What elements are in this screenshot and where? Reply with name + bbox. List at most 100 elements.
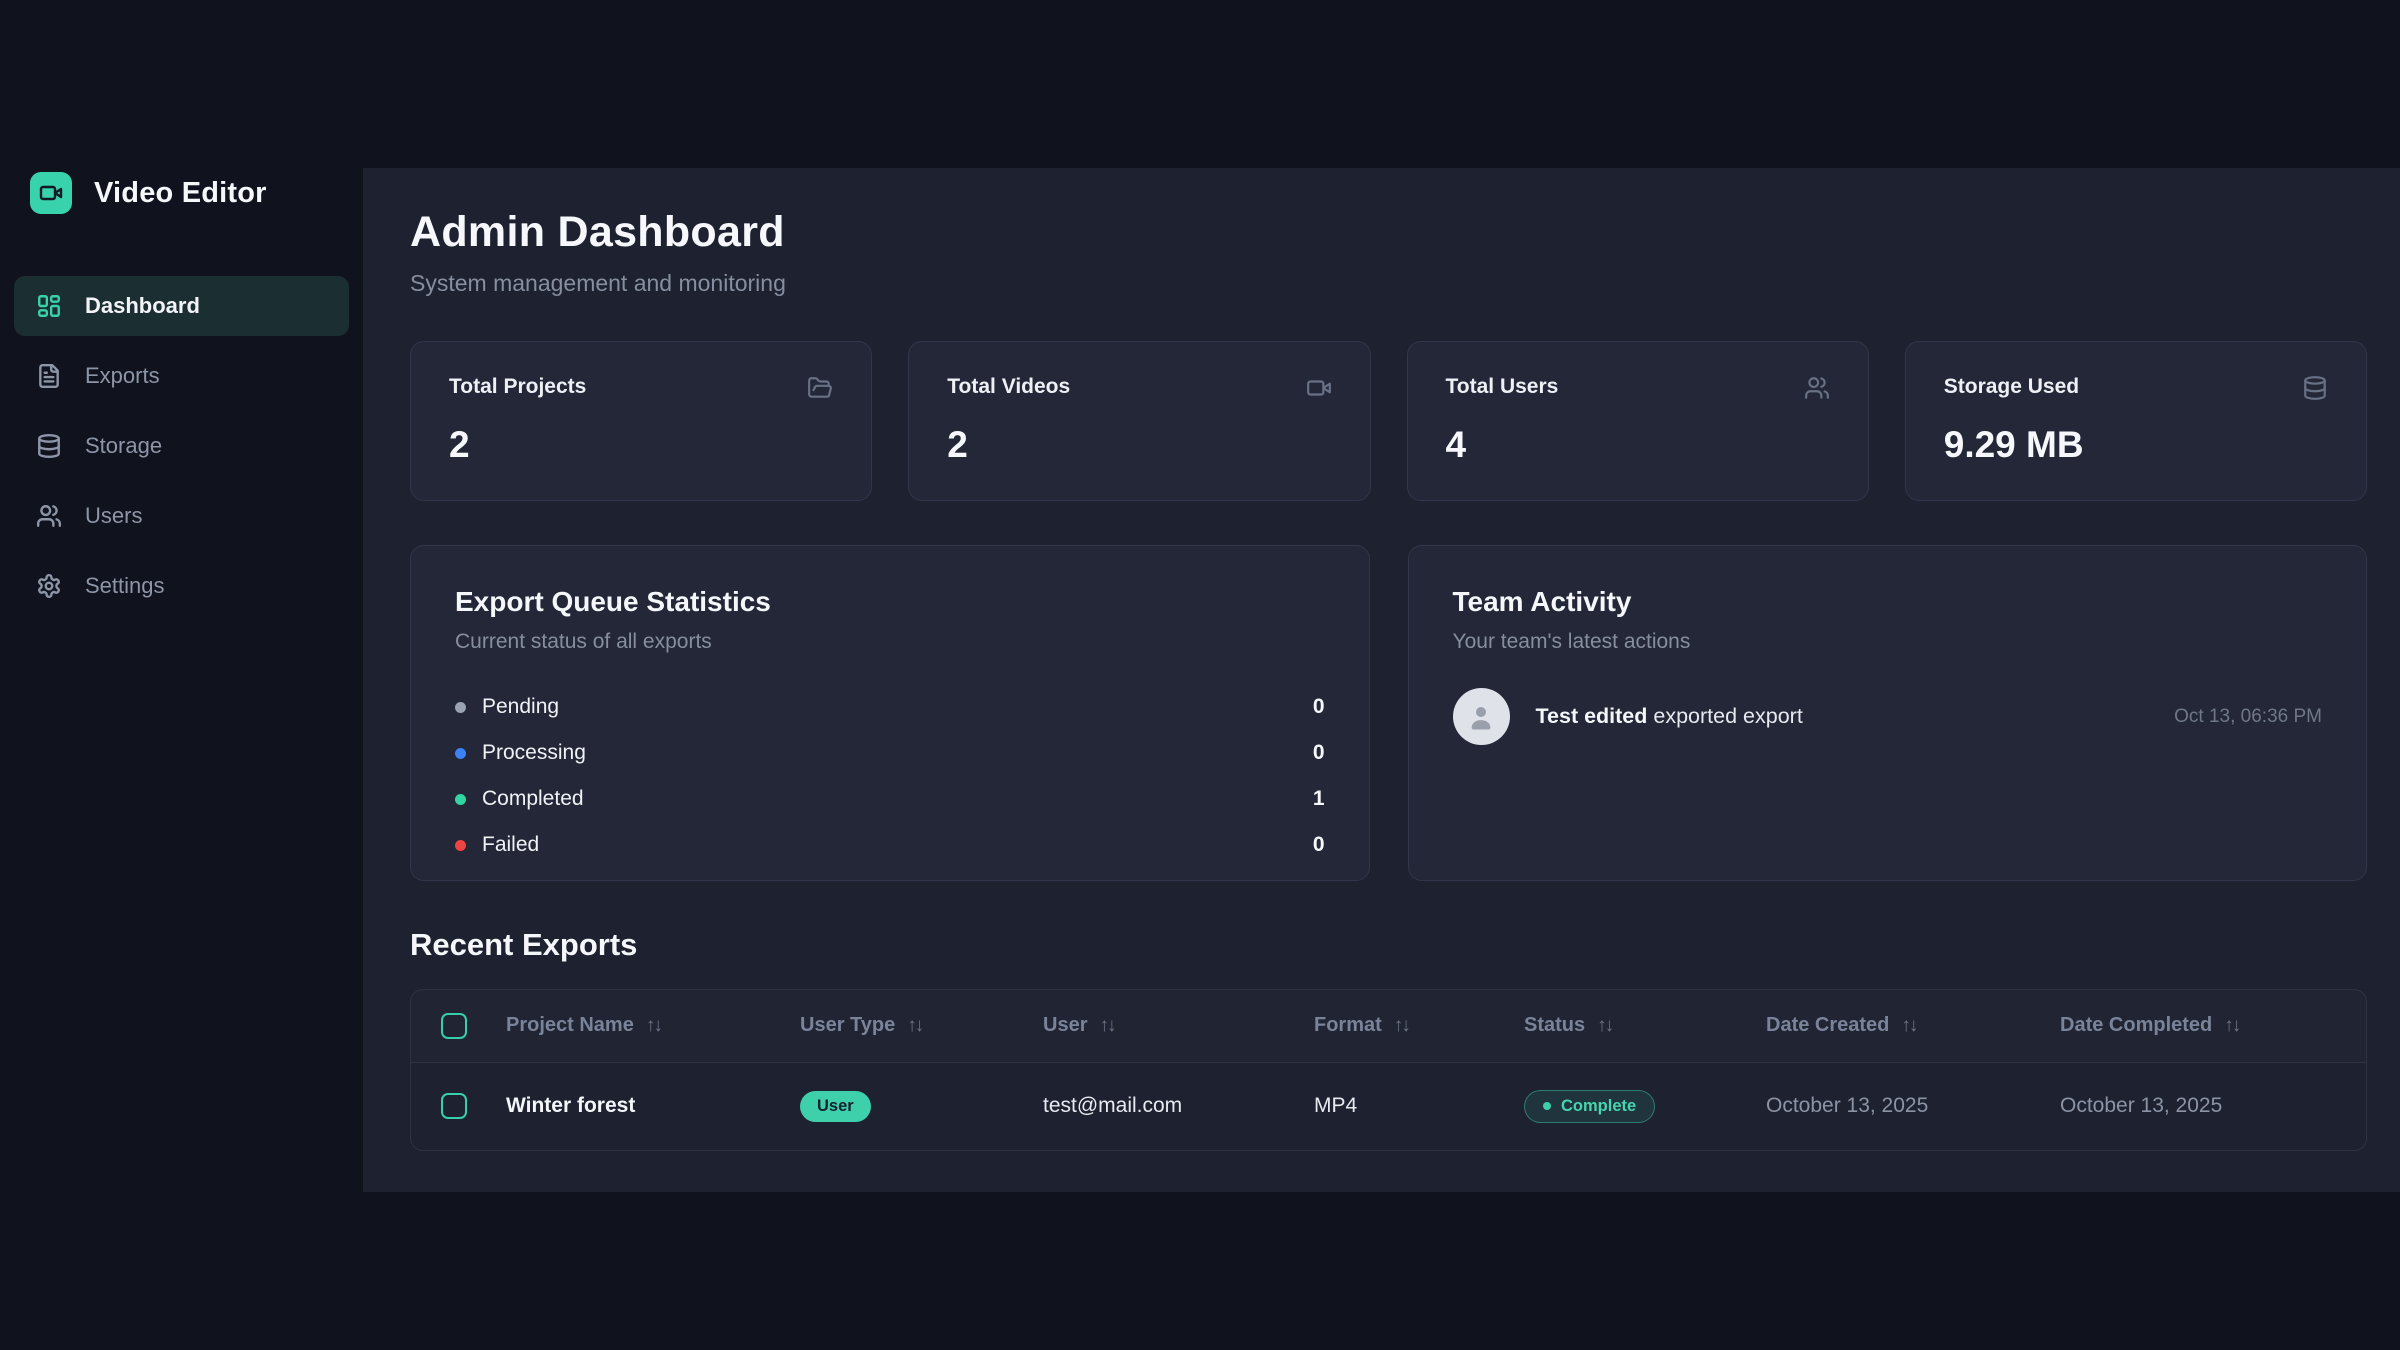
users-icon (36, 503, 62, 529)
video-camera-icon (39, 181, 63, 205)
column-label: User (1043, 1014, 1087, 1037)
stat-card-storage-used: Storage Used 9.29 MB (1905, 341, 2367, 501)
status-badge: Complete (1524, 1090, 1655, 1123)
gear-icon (36, 573, 62, 599)
queue-row-processing: Processing 0 (455, 730, 1325, 776)
queue-label: Pending (482, 695, 559, 719)
activity-text: Test edited exported export (1536, 704, 2149, 729)
app-logo (30, 172, 72, 214)
panel-subtitle: Your team's latest actions (1453, 630, 2323, 654)
table-row[interactable]: Winter forest User test@mail.com MP4 Com… (411, 1062, 2366, 1150)
main-content: Admin Dashboard System management and mo… (363, 168, 2400, 1192)
queue-value: 1 (1313, 787, 1325, 811)
activity-timestamp: Oct 13, 06:36 PM (2174, 706, 2322, 728)
stat-value: 2 (449, 424, 833, 466)
cell-date-completed: October 13, 2025 (2060, 1062, 2366, 1150)
team-activity-panel: Team Activity Your team's latest actions… (1408, 545, 2368, 881)
database-icon (36, 433, 62, 459)
page-subtitle: System management and monitoring (410, 270, 2367, 297)
stat-label: Total Videos (947, 375, 1070, 399)
stat-label: Storage Used (1944, 375, 2079, 399)
panels-row: Export Queue Statistics Current status o… (410, 545, 2367, 881)
queue-value: 0 (1313, 695, 1325, 719)
sidebar-item-label: Storage (85, 433, 162, 459)
status-label: Complete (1561, 1097, 1636, 1116)
sidebar-item-dashboard[interactable]: Dashboard (14, 276, 349, 336)
panel-subtitle: Current status of all exports (455, 630, 1325, 654)
page-title: Admin Dashboard (410, 208, 2367, 257)
recent-exports-table: Project Name ↑↓ User Type ↑↓ User ↑↓ Format… (410, 989, 2367, 1151)
sort-icon: ↑↓ (907, 1015, 922, 1037)
database-icon (2302, 375, 2328, 406)
app-title: Video Editor (94, 177, 267, 210)
export-queue-panel: Export Queue Statistics Current status o… (410, 545, 1370, 881)
column-header-status[interactable]: Status ↑↓ (1524, 990, 1766, 1062)
user-type-badge: User (800, 1091, 871, 1122)
sidebar: Video Editor Dashboard Exports Storage U… (0, 0, 363, 1350)
activity-action: Test edited (1536, 704, 1648, 728)
failed-dot (455, 840, 466, 851)
stat-label: Total Projects (449, 375, 586, 399)
cell-status: Complete (1524, 1062, 1766, 1150)
sidebar-item-label: Settings (85, 573, 165, 599)
column-header-date-completed[interactable]: Date Completed↑↓ (2060, 990, 2366, 1062)
stat-card-total-users: Total Users 4 (1407, 341, 1869, 501)
person-icon (1466, 702, 1496, 732)
queue-value: 0 (1313, 741, 1325, 765)
file-icon (36, 363, 62, 389)
queue-row-pending: Pending 0 (455, 684, 1325, 730)
sidebar-item-users[interactable]: Users (14, 486, 349, 546)
select-all-checkbox[interactable] (441, 1013, 467, 1039)
sidebar-item-settings[interactable]: Settings (14, 556, 349, 616)
folder-open-icon (807, 375, 833, 406)
sort-icon: ↑↓ (1597, 1015, 1612, 1037)
stats-grid: Total Projects 2 Total Videos 2 Total Us… (410, 341, 2367, 501)
sidebar-item-label: Users (85, 503, 142, 529)
stat-value: 2 (947, 424, 1331, 466)
cell-date-created: October 13, 2025 (1766, 1062, 2060, 1150)
stat-value: 4 (1446, 424, 1830, 466)
activity-detail: exported export (1653, 704, 1802, 728)
column-label: Date Created (1766, 1014, 1889, 1037)
video-camera-icon (1306, 375, 1332, 406)
app-brand: Video Editor (14, 172, 349, 214)
cell-project-name: Winter forest (506, 1062, 800, 1150)
queue-row-failed: Failed 0 (455, 822, 1325, 868)
users-icon (1804, 375, 1830, 406)
panel-title: Export Queue Statistics (455, 586, 1325, 618)
column-header-user[interactable]: User ↑↓ (1043, 990, 1314, 1062)
queue-value: 0 (1313, 833, 1325, 857)
recent-exports-title: Recent Exports (410, 927, 2367, 963)
sort-icon: ↑↓ (1099, 1015, 1114, 1037)
sort-icon: ↑↓ (1394, 1015, 1409, 1037)
sort-icon: ↑↓ (646, 1015, 661, 1037)
pending-dot (455, 702, 466, 713)
column-label: Project Name (506, 1014, 634, 1037)
panel-title: Team Activity (1453, 586, 2323, 618)
column-header-user-type[interactable]: User Type ↑↓ (800, 990, 1043, 1062)
column-label: Date Completed (2060, 1014, 2212, 1037)
cell-user: test@mail.com (1043, 1062, 1314, 1150)
sidebar-item-storage[interactable]: Storage (14, 416, 349, 476)
sidebar-nav: Dashboard Exports Storage Users Settings (14, 276, 349, 616)
cell-format: MP4 (1314, 1062, 1524, 1150)
queue-label: Processing (482, 741, 586, 765)
row-select-cell (411, 1062, 506, 1150)
queue-label: Failed (482, 833, 539, 857)
column-label: Format (1314, 1014, 1382, 1037)
column-header-project-name[interactable]: Project Name ↑↓ (506, 990, 800, 1062)
column-label: Status (1524, 1014, 1585, 1037)
row-checkbox[interactable] (441, 1093, 467, 1119)
column-header-date-created[interactable]: Date Created↑↓ (1766, 990, 2060, 1062)
column-header-format[interactable]: Format ↑↓ (1314, 990, 1524, 1062)
cell-user-type: User (800, 1062, 1043, 1150)
processing-dot (455, 748, 466, 759)
sidebar-item-exports[interactable]: Exports (14, 346, 349, 406)
stat-card-total-videos: Total Videos 2 (908, 341, 1370, 501)
stat-value: 9.29 MB (1944, 424, 2328, 466)
sidebar-item-label: Dashboard (85, 293, 200, 319)
queue-label: Completed (482, 787, 584, 811)
column-label: User Type (800, 1014, 895, 1037)
queue-list: Pending 0 Processing 0 Completed (455, 684, 1325, 868)
status-dot (1543, 1102, 1551, 1110)
